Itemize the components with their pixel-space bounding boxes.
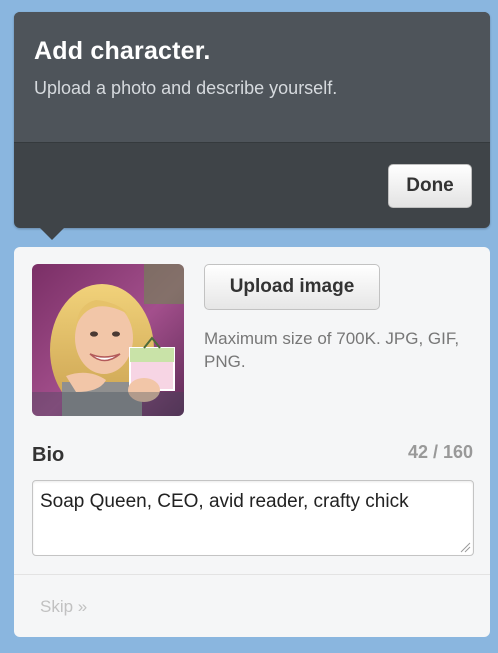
upload-image-button[interactable]: Upload image bbox=[204, 264, 380, 310]
bio-character-counter: 42 / 160 bbox=[407, 442, 473, 462]
bio-textarea[interactable]: Soap Queen, CEO, avid reader, crafty chi… bbox=[32, 480, 474, 556]
header-title-area: Add character. Upload a photo and descri… bbox=[14, 12, 490, 143]
profile-card: Upload image Maximum size of 700K. JPG, … bbox=[14, 247, 490, 637]
card-divider bbox=[14, 574, 490, 575]
dialog-title: Add character. bbox=[34, 37, 211, 65]
upload-size-note: Maximum size of 700K. JPG, GIF, PNG. bbox=[204, 329, 460, 371]
done-button[interactable]: Done bbox=[388, 164, 472, 208]
dialog-header: Add character. Upload a photo and descri… bbox=[14, 12, 490, 228]
avatar-photo bbox=[32, 264, 184, 416]
dialog-pointer bbox=[40, 228, 64, 240]
resize-grip-icon[interactable] bbox=[460, 542, 471, 553]
skip-link[interactable]: Skip » bbox=[40, 597, 87, 617]
avatar bbox=[32, 264, 184, 416]
bio-textarea-value: Soap Queen, CEO, avid reader, crafty chi… bbox=[40, 491, 409, 512]
bio-label: Bio bbox=[32, 444, 65, 466]
dialog-subtitle: Upload a photo and describe yourself. bbox=[34, 78, 338, 98]
